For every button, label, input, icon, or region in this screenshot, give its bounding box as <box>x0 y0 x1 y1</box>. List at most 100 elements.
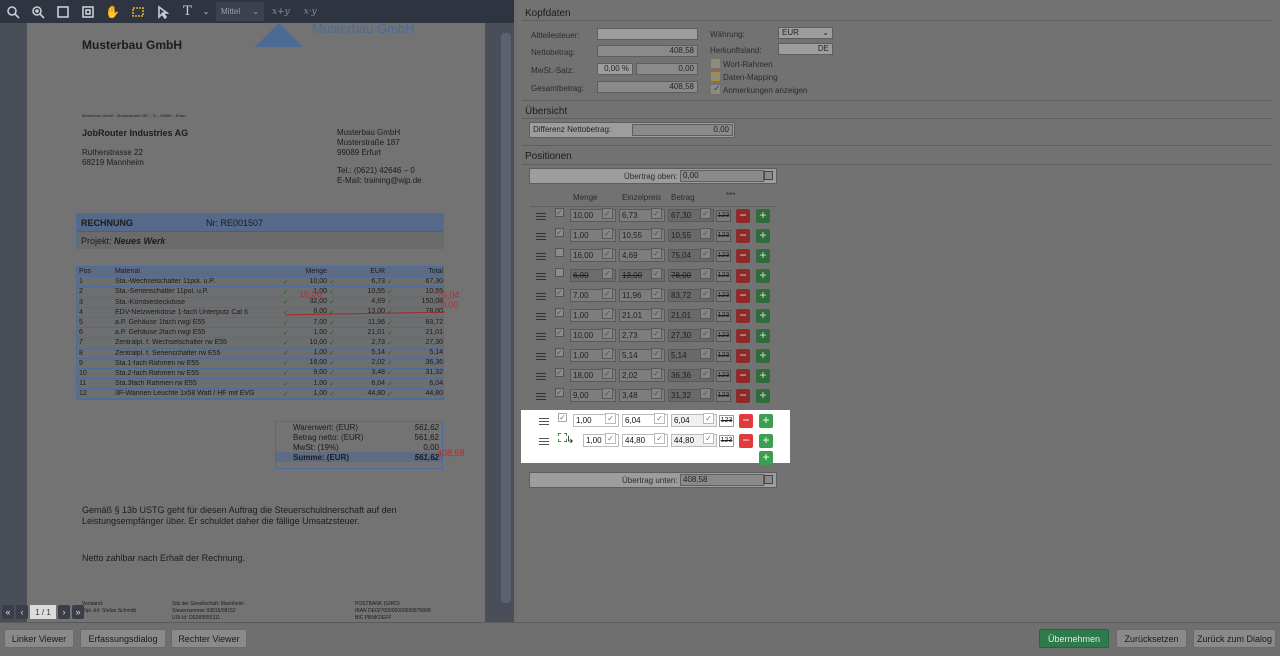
uebertrag-oben-field[interactable]: 0,00 <box>680 170 764 182</box>
waehrung-select[interactable]: EUR ⌄ <box>778 27 833 39</box>
remove-row-button[interactable]: − <box>736 209 750 223</box>
row-checkbox[interactable]: ✓ <box>555 228 564 237</box>
row-checkbox[interactable]: ✓ <box>558 413 567 422</box>
next-page-button[interactable]: › <box>58 605 70 619</box>
uebertrag-unten-checkbox[interactable] <box>764 475 773 484</box>
datenmapping-checkbox[interactable] <box>711 72 720 81</box>
last-page-button[interactable]: » <box>72 605 84 619</box>
add-row-button[interactable]: + <box>756 369 770 383</box>
remove-row-button[interactable]: − <box>736 309 750 323</box>
calculator-button[interactable]: 123 <box>716 210 731 222</box>
drag-handle-icon[interactable] <box>536 213 546 214</box>
drag-handle-icon[interactable] <box>536 273 546 274</box>
drag-handle-icon[interactable] <box>536 393 546 394</box>
remove-row-button[interactable]: − <box>736 289 750 303</box>
calculator-button[interactable]: 123 <box>719 435 734 447</box>
altteilesteuer-field[interactable] <box>597 28 698 40</box>
remove-row-button[interactable]: − <box>736 329 750 343</box>
calculator-button[interactable]: 123 <box>716 310 731 322</box>
remove-row-button[interactable]: − <box>739 434 753 448</box>
pan-hand-icon[interactable]: ✋ <box>100 0 125 23</box>
scrollbar-thumb[interactable] <box>501 33 511 603</box>
drag-handle-icon[interactable] <box>536 253 546 254</box>
add-row-button[interactable]: + <box>756 229 770 243</box>
drag-handle-icon[interactable] <box>536 353 546 354</box>
row-checkbox[interactable]: ✓ <box>555 348 564 357</box>
chevron-down-icon[interactable]: ⌄ <box>200 0 212 23</box>
zoom-select[interactable]: Mittel ⌄ <box>216 2 264 21</box>
add-position-button[interactable]: + <box>759 451 773 465</box>
add-row-button[interactable]: + <box>756 329 770 343</box>
add-row-button[interactable]: + <box>756 289 770 303</box>
add-row-button[interactable]: + <box>756 389 770 403</box>
add-row-button[interactable]: + <box>756 249 770 263</box>
row-checkbox[interactable]: ✓ <box>555 308 564 317</box>
text-tool-icon[interactable]: T <box>175 0 200 23</box>
calculator-button[interactable]: 123 <box>719 415 734 427</box>
zurueck-zum-dialog-button[interactable]: Zurück zum Dialog <box>1193 629 1276 648</box>
herkunftsland-field[interactable]: DE <box>778 43 833 55</box>
rechter-viewer-button[interactable]: Rechter Viewer <box>171 629 247 648</box>
add-row-button[interactable]: + <box>756 269 770 283</box>
pointer-icon[interactable] <box>150 0 175 23</box>
remove-row-button[interactable]: − <box>736 389 750 403</box>
invoice-col-header: Total <box>428 268 443 276</box>
calculator-button[interactable]: 123 <box>716 370 731 382</box>
uebernehmen-button[interactable]: Übernehmen <box>1039 629 1109 648</box>
sum-tool[interactable]: x+y <box>272 7 290 17</box>
page-number[interactable]: 1 / 1 <box>30 605 56 619</box>
add-row-button[interactable]: + <box>756 349 770 363</box>
col-more[interactable]: *** <box>726 191 735 200</box>
add-row-button[interactable]: + <box>759 414 773 428</box>
erfassungsdialog-button[interactable]: Erfassungsdialog <box>80 629 166 648</box>
anmerkungen-checkbox[interactable] <box>711 83 721 94</box>
remove-row-button[interactable]: − <box>736 349 750 363</box>
row-checkbox[interactable]: ✓ <box>555 288 564 297</box>
prev-page-button[interactable]: ‹ <box>16 605 28 619</box>
calculator-button[interactable]: 123 <box>716 250 731 262</box>
drag-handle-icon[interactable] <box>536 333 546 334</box>
zuruecksetzen-button[interactable]: Zurücksetzen <box>1116 629 1187 648</box>
add-row-button[interactable]: + <box>756 309 770 323</box>
remove-row-button[interactable]: − <box>736 229 750 243</box>
uebertrag-unten-field[interactable]: 408,58 <box>680 474 764 486</box>
add-row-button[interactable]: + <box>759 434 773 448</box>
calculator-button[interactable]: 123 <box>716 290 731 302</box>
row-checkbox[interactable]: ✓ <box>555 368 564 377</box>
wortrahmen-checkbox[interactable] <box>711 59 720 68</box>
remove-row-button[interactable]: − <box>739 414 753 428</box>
linker-viewer-button[interactable]: Linker Viewer <box>4 629 74 648</box>
drag-handle-icon[interactable] <box>536 293 546 294</box>
zoom-in-icon[interactable] <box>25 0 50 23</box>
fit-width-icon[interactable] <box>50 0 75 23</box>
mwst-percent-field[interactable]: 0,00 % <box>597 63 633 75</box>
calculator-button[interactable]: 123 <box>716 390 731 402</box>
uebertrag-oben-checkbox[interactable] <box>764 171 773 180</box>
row-checkbox[interactable]: ✓ <box>555 328 564 337</box>
calculator-button[interactable]: 123 <box>716 230 731 242</box>
zoom-out-icon[interactable] <box>0 0 25 23</box>
remove-row-button[interactable]: − <box>736 369 750 383</box>
calculator-button[interactable]: 123 <box>716 350 731 362</box>
product-tool[interactable]: x·y <box>304 7 317 17</box>
first-page-button[interactable]: « <box>2 605 14 619</box>
viewer-scrollbar[interactable] <box>498 23 514 622</box>
row-checkbox[interactable] <box>555 248 564 257</box>
drag-handle-icon[interactable] <box>539 438 549 439</box>
position-row: 16,00 ✓ 4,69 ✓ 75,04 ✓ 123− + <box>530 247 776 267</box>
add-row-button[interactable]: + <box>756 209 770 223</box>
row-checkbox[interactable]: ✓ <box>555 208 564 217</box>
drag-handle-icon[interactable] <box>536 373 546 374</box>
row-checkbox[interactable] <box>555 268 564 277</box>
calculator-button[interactable]: 123 <box>716 270 731 282</box>
remove-row-button[interactable]: − <box>736 249 750 263</box>
calculator-button[interactable]: 123 <box>716 330 731 342</box>
fit-page-icon[interactable] <box>75 0 100 23</box>
drag-handle-icon[interactable] <box>539 418 549 419</box>
col-menge: Menge <box>573 193 598 202</box>
drag-handle-icon[interactable] <box>536 313 546 314</box>
remove-row-button[interactable]: − <box>736 269 750 283</box>
select-rect-icon[interactable] <box>125 0 150 23</box>
row-checkbox[interactable]: ✓ <box>555 388 564 397</box>
drag-handle-icon[interactable] <box>536 233 546 234</box>
